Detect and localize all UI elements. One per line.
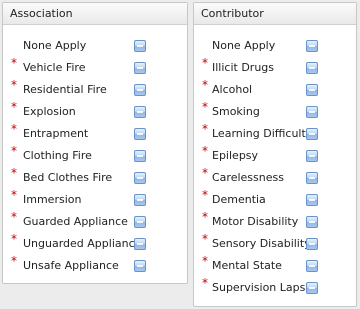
association-checkbox-immersion[interactable] (134, 194, 146, 206)
association-checkbox-none-apply[interactable] (134, 40, 146, 52)
association-checkbox-vehicle-fire[interactable] (134, 62, 146, 74)
contributor-item-label: Illicit Drugs (212, 61, 275, 74)
contributor-item-illicit-drugs: * Illicit Drugs (194, 57, 356, 79)
required-marker: * (11, 144, 17, 158)
required-marker: * (11, 56, 17, 70)
contributor-item-label: Carelessness (212, 171, 284, 184)
association-item-label: Unsafe Appliance (23, 259, 119, 272)
association-item-none-apply: None Apply (3, 35, 187, 57)
required-marker: * (202, 56, 208, 70)
contributor-item-carelessness: * Carelessness (194, 167, 356, 189)
required-marker: * (202, 276, 208, 290)
required-marker: * (202, 188, 208, 202)
required-marker: * (11, 232, 17, 246)
contributor-item-label: None Apply (212, 39, 276, 52)
contributor-header: Contributor (194, 3, 356, 25)
association-item-immersion: * Immersion (3, 189, 187, 211)
required-marker: * (202, 254, 208, 268)
contributor-checkbox-illicit-drugs[interactable] (306, 62, 318, 74)
association-checkbox-unguarded-appliance[interactable] (134, 238, 146, 250)
required-marker: * (11, 78, 17, 92)
contributor-item-label: Epilepsy (212, 149, 259, 162)
required-marker: * (11, 210, 17, 224)
contributor-panel: Contributor None Apply * Illicit Drugs *… (193, 2, 357, 307)
association-item-unguarded-appliance: * Unguarded Appliance (3, 233, 187, 255)
association-item-label: Entrapment (23, 127, 89, 140)
required-marker: * (202, 122, 208, 136)
association-checkbox-guarded-appliance[interactable] (134, 216, 146, 228)
contributor-item-none-apply: None Apply (194, 35, 356, 57)
contributor-checkbox-smoking[interactable] (306, 106, 318, 118)
required-marker: * (11, 188, 17, 202)
association-checkbox-unsafe-appliance[interactable] (134, 260, 146, 272)
contributor-checkbox-carelessness[interactable] (306, 172, 318, 184)
association-item-label: Residential Fire (23, 83, 107, 96)
association-item-residential-fire: * Residential Fire (3, 79, 187, 101)
contributor-item-epilepsy: * Epilepsy (194, 145, 356, 167)
association-item-label: Unguarded Appliance (23, 237, 142, 250)
contributor-item-learning-difficulty: * Learning Difficulty (194, 123, 356, 145)
required-marker: * (202, 100, 208, 114)
association-item-label: Explosion (23, 105, 76, 118)
required-marker: * (202, 144, 208, 158)
required-marker: * (11, 254, 17, 268)
contributor-checkbox-none-apply[interactable] (306, 40, 318, 52)
contributor-item-label: Sensory Disability (212, 237, 311, 250)
association-header: Association (3, 3, 187, 25)
association-item-label: Clothing Fire (23, 149, 92, 162)
association-item-explosion: * Explosion (3, 101, 187, 123)
association-checkbox-bed-clothes-fire[interactable] (134, 172, 146, 184)
association-item-guarded-appliance: * Guarded Appliance (3, 211, 187, 233)
association-checkbox-residential-fire[interactable] (134, 84, 146, 96)
contributor-checkbox-epilepsy[interactable] (306, 150, 318, 162)
association-checkbox-entrapment[interactable] (134, 128, 146, 140)
contributor-item-label: Dementia (212, 193, 266, 206)
association-checkbox-explosion[interactable] (134, 106, 146, 118)
required-marker: * (11, 100, 17, 114)
association-item-label: Immersion (23, 193, 82, 206)
required-marker: * (202, 166, 208, 180)
required-marker: * (202, 210, 208, 224)
contributor-item-label: Alcohol (212, 83, 253, 96)
required-marker: * (11, 122, 17, 136)
contributor-item-label: Mental State (212, 259, 282, 272)
association-panel: Association None Apply * Vehicle Fire * … (2, 2, 188, 284)
contributor-item-smoking: * Smoking (194, 101, 356, 123)
contributor-item-dementia: * Dementia (194, 189, 356, 211)
contributor-item-alcohol: * Alcohol (194, 79, 356, 101)
association-item-label: Bed Clothes Fire (23, 171, 113, 184)
association-item-label: None Apply (23, 39, 87, 52)
association-item-bed-clothes-fire: * Bed Clothes Fire (3, 167, 187, 189)
association-item-unsafe-appliance: * Unsafe Appliance (3, 255, 187, 277)
contributor-item-label: Learning Difficulty (212, 127, 313, 140)
contributor-item-mental-state: * Mental State (194, 255, 356, 277)
contributor-item-label: Motor Disability (212, 215, 299, 228)
association-item-label: Vehicle Fire (23, 61, 86, 74)
contributor-item-label: Smoking (212, 105, 260, 118)
contributor-checkbox-learning-difficulty[interactable] (306, 128, 318, 140)
association-item-entrapment: * Entrapment (3, 123, 187, 145)
contributor-checkbox-supervision-lapse[interactable] (306, 282, 318, 294)
association-checkbox-clothing-fire[interactable] (134, 150, 146, 162)
required-marker: * (202, 78, 208, 92)
association-item-clothing-fire: * Clothing Fire (3, 145, 187, 167)
contributor-item-sensory-disability: * Sensory Disability (194, 233, 356, 255)
association-item-label: Guarded Appliance (23, 215, 128, 228)
association-item-vehicle-fire: * Vehicle Fire (3, 57, 187, 79)
contributor-checkbox-dementia[interactable] (306, 194, 318, 206)
contributor-item-label: Supervision Lapse (212, 281, 313, 294)
required-marker: * (11, 166, 17, 180)
contributor-checkbox-alcohol[interactable] (306, 84, 318, 96)
contributor-checkbox-sensory-disability[interactable] (306, 238, 318, 250)
contributor-checkbox-motor-disability[interactable] (306, 216, 318, 228)
contributor-item-motor-disability: * Motor Disability (194, 211, 356, 233)
required-marker: * (202, 232, 208, 246)
contributor-item-supervision-lapse: * Supervision Lapse (194, 277, 356, 299)
contributor-checkbox-mental-state[interactable] (306, 260, 318, 272)
